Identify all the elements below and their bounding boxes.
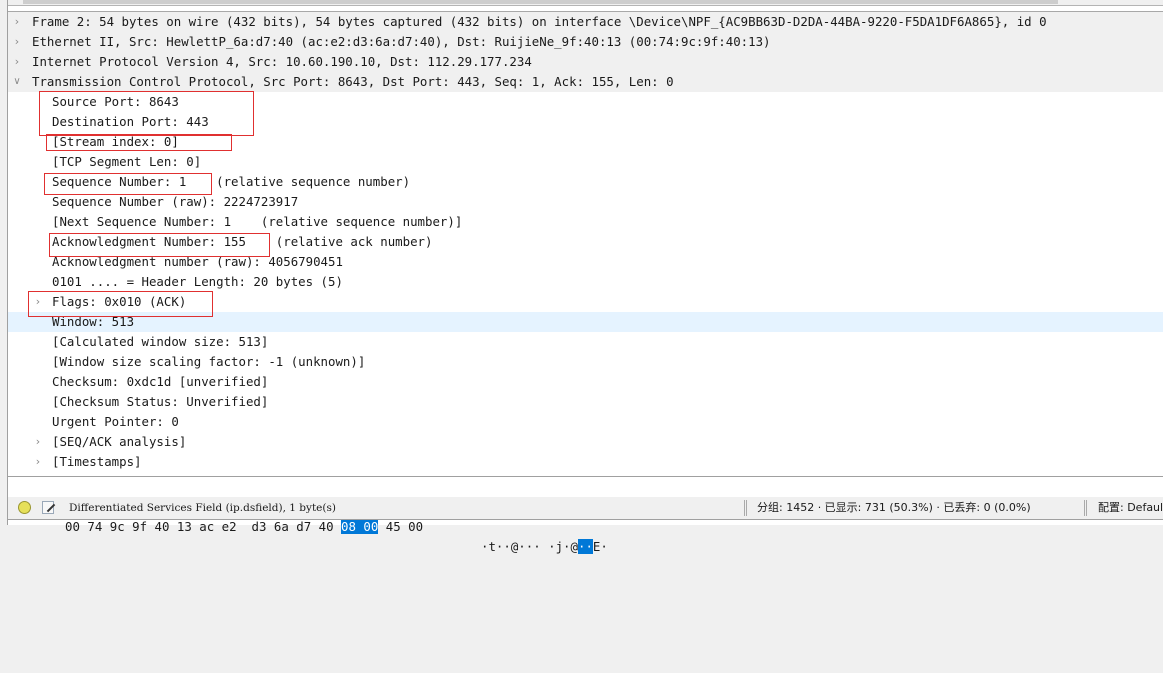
- tree-row[interactable]: 0101 .... = Header Length: 20 bytes (5): [8, 272, 1163, 292]
- hex-bytes-plain: 00 74 9c 9f 40 13 ac e2 d3 6a d7 40: [65, 519, 342, 534]
- tree-row[interactable]: [Window size scaling factor: -1 (unknown…: [8, 352, 1163, 372]
- tree-row[interactable]: Destination Port: 443: [8, 112, 1163, 132]
- hex-ascii[interactable]: ·t··@··· ·j·@··E·: [481, 537, 608, 557]
- tree-row[interactable]: › Internet Protocol Version 4, Src: 10.60…: [8, 52, 1163, 72]
- tree-row-label: Acknowledgment number (raw): 4056790451: [52, 254, 343, 269]
- packet-stats: 分组: 1452 · 已显示: 731 (50.3%) · 已丢弃: 0 (0.…: [757, 501, 1031, 514]
- tree-row-label: [SEQ/ACK analysis]: [52, 434, 187, 449]
- packet-bytes-pane[interactable]: 0000 00 74 9c 9f 40 13 ac e2 d3 6a d7 40…: [8, 476, 1163, 554]
- tree-row[interactable]: › [Timestamps]: [8, 452, 1163, 472]
- tree-row-label: Frame 2: 54 bytes on wire (432 bits), 54…: [32, 14, 1047, 29]
- ascii-plain: ·t··@··· ·j·@: [481, 539, 578, 554]
- tree-row-label: Ethernet II, Src: HewlettP_6a:d7:40 (ac:…: [32, 34, 771, 49]
- tree-row[interactable]: [Checksum Status: Unverified]: [8, 392, 1163, 412]
- chevron-right-icon[interactable]: ›: [11, 52, 23, 72]
- chevron-right-icon[interactable]: ›: [32, 292, 44, 312]
- tree-row-label: [Timestamps]: [52, 454, 142, 469]
- tree-row[interactable]: [Calculated window size: 513]: [8, 332, 1163, 352]
- tree-row-label: [Next Sequence Number: 1 (relative seque…: [52, 214, 463, 229]
- tree-row-label: Flags: 0x010 (ACK): [52, 294, 187, 309]
- tree-row-label: Source Port: 8643: [52, 94, 179, 109]
- tree-row-label: [Stream index: 0]: [52, 134, 179, 149]
- tree-row[interactable]: ∨ Transmission Control Protocol, Src Port…: [8, 72, 1163, 92]
- tree-row[interactable]: Source Port: 8643: [8, 92, 1163, 112]
- status-message: Differentiated Services Field (ip.dsfiel…: [69, 502, 336, 514]
- tree-row-label: [Window size scaling factor: -1 (unknown…: [52, 354, 366, 369]
- tree-row-label: [TCP Segment Len: 0]: [52, 154, 202, 169]
- tree-row[interactable]: Acknowledgment number (raw): 4056790451: [8, 252, 1163, 272]
- hex-bytes-plain-tail: 45 00: [378, 519, 424, 534]
- hex-bytes-selected[interactable]: 08 00: [341, 519, 379, 534]
- tree-row[interactable]: Window: 513: [8, 312, 1163, 332]
- tree-row-label: [Calculated window size: 513]: [52, 334, 269, 349]
- tree-row-label: [Checksum Status: Unverified]: [52, 394, 269, 409]
- tree-row[interactable]: [TCP Segment Len: 0]: [8, 152, 1163, 172]
- scrollbar-thumb[interactable]: [23, 0, 1058, 4]
- chevron-right-icon[interactable]: ›: [11, 32, 23, 52]
- tree-row[interactable]: Checksum: 0xdc1d [unverified]: [8, 372, 1163, 392]
- tree-row[interactable]: › Frame 2: 54 bytes on wire (432 bits), 5…: [8, 12, 1163, 32]
- tree-row-label: Window: 513: [52, 314, 135, 329]
- packet-details-tree: › Frame 2: 54 bytes on wire (432 bits), 5…: [8, 11, 1163, 473]
- status-bar: Differentiated Services Field (ip.dsfiel…: [8, 497, 1163, 520]
- chevron-right-icon[interactable]: ›: [32, 432, 44, 452]
- tree-row-label: 0101 .... = Header Length: 20 bytes (5): [52, 274, 343, 289]
- tree-row[interactable]: Acknowledgment Number: 155 (relative ack…: [8, 232, 1163, 252]
- horizontal-scrollbar[interactable]: [8, 0, 1163, 6]
- tree-row[interactable]: [Stream index: 0]: [8, 132, 1163, 152]
- hex-bytes[interactable]: 00 74 9c 9f 40 13 ac e2 d3 6a d7 40 08 0…: [65, 517, 423, 537]
- chevron-right-icon[interactable]: ›: [11, 12, 23, 32]
- ascii-selected[interactable]: ··: [577, 539, 593, 554]
- tree-row[interactable]: › [SEQ/ACK analysis]: [8, 432, 1163, 452]
- expert-info-led-icon[interactable]: [18, 501, 31, 514]
- tree-row-label: Sequence Number: 1 (relative sequence nu…: [52, 174, 411, 189]
- ascii-plain-tail: E·: [592, 539, 608, 554]
- tree-row-label: Destination Port: 443: [52, 114, 209, 129]
- tree-row[interactable]: › Flags: 0x010 (ACK): [8, 292, 1163, 312]
- profile-selector[interactable]: 配置: Default: [1098, 497, 1163, 519]
- status-separator: [744, 500, 747, 516]
- capture-comment-icon[interactable]: [42, 501, 54, 514]
- tree-row-label: Acknowledgment Number: 155 (relative ack…: [52, 234, 433, 249]
- tree-row-label: Transmission Control Protocol, Src Port:…: [32, 74, 674, 89]
- tree-row-label: Checksum: 0xdc1d [unverified]: [52, 374, 269, 389]
- tree-row-label: Internet Protocol Version 4, Src: 10.60.…: [32, 54, 532, 69]
- tree-row[interactable]: Sequence Number: 1 (relative sequence nu…: [8, 172, 1163, 192]
- tree-row-label: Sequence Number (raw): 2224723917: [52, 194, 299, 209]
- tree-row-label: Urgent Pointer: 0: [52, 414, 179, 429]
- tree-row[interactable]: Sequence Number (raw): 2224723917: [8, 192, 1163, 212]
- tree-row[interactable]: › Ethernet II, Src: HewlettP_6a:d7:40 (ac…: [8, 32, 1163, 52]
- chevron-right-icon[interactable]: ›: [32, 452, 44, 472]
- tree-row[interactable]: Urgent Pointer: 0: [8, 412, 1163, 432]
- status-separator: [1084, 500, 1087, 516]
- chevron-down-icon[interactable]: ∨: [11, 72, 23, 92]
- tree-row[interactable]: [Next Sequence Number: 1 (relative seque…: [8, 212, 1163, 232]
